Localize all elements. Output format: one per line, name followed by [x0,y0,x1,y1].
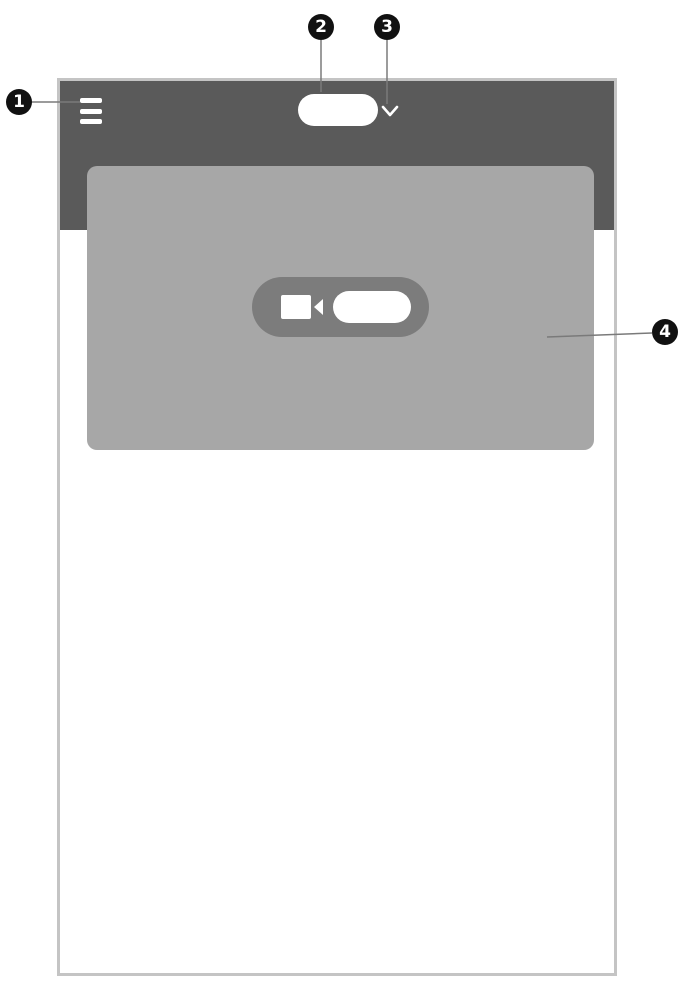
title-pill[interactable] [298,94,378,126]
video-camera-icon [281,295,323,319]
phone-screen [57,78,617,976]
menu-icon-bar [80,108,102,114]
callout-badge-3: 3 [374,14,400,40]
chevron-down-icon[interactable] [380,103,400,119]
join-video-button[interactable] [252,277,429,337]
callout-badge-4: 4 [652,319,678,345]
join-button-label-pill [333,291,411,323]
callout-badge-1: 1 [6,89,32,115]
menu-icon-bar [80,98,102,103]
menu-icon-bar [80,119,102,124]
hero-card[interactable] [87,166,594,450]
menu-icon[interactable] [80,98,102,124]
callout-badge-2: 2 [308,14,334,40]
